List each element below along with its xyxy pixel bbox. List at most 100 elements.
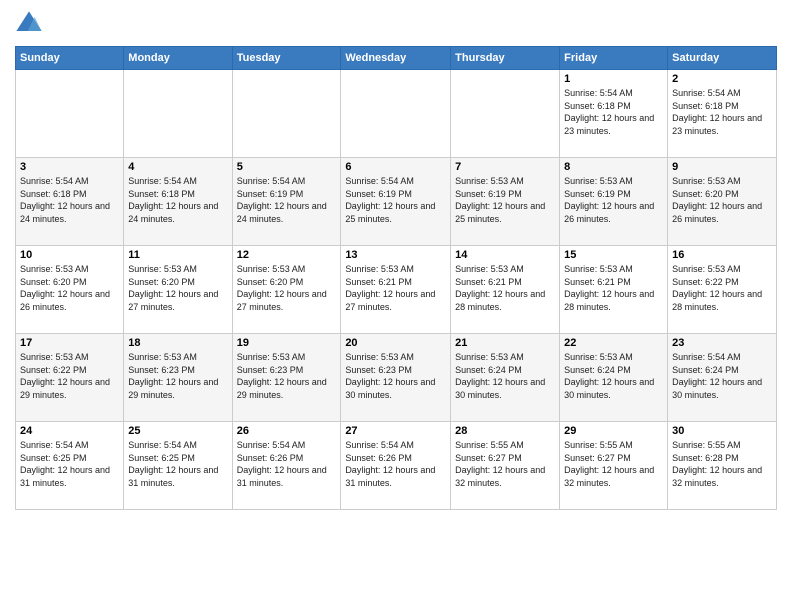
day-number: 4: [128, 161, 227, 173]
day-of-week-header: Monday: [124, 47, 232, 70]
calendar-cell: 22Sunrise: 5:53 AM Sunset: 6:24 PM Dayli…: [560, 334, 668, 422]
day-of-week-row: SundayMondayTuesdayWednesdayThursdayFrid…: [16, 47, 777, 70]
day-number: 7: [455, 161, 555, 173]
calendar-cell: [232, 70, 341, 158]
calendar-cell: 14 Sunrise: 5:53 AM Sunset: 6:21 PM Dayli…: [451, 246, 560, 334]
page: SundayMondayTuesdayWednesdayThursdayFrid…: [0, 0, 792, 612]
calendar-cell: 4 Sunrise: 5:54 AM Sunset: 6:18 PM Daylig…: [124, 158, 232, 246]
day-info: Sunrise: 5:54 AM Sunset: 6:26 PM Dayligh…: [237, 439, 337, 489]
day-info: Sunrise: 5:54 AM Sunset: 6:24 PM Dayligh…: [672, 351, 772, 401]
day-number: 18: [128, 337, 227, 349]
day-number: 22: [564, 337, 663, 349]
day-info: Sunrise: 5:55 AM Sunset: 6:27 PM Dayligh…: [564, 439, 663, 489]
day-info: Sunrise: 5:53 AM Sunset: 6:21 PM Dayligh…: [345, 263, 446, 313]
calendar-cell: 1 Sunrise: 5:54 AM Sunset: 6:18 PM Daylig…: [560, 70, 668, 158]
calendar-cell: 17Sunrise: 5:53 AM Sunset: 6:22 PM Dayli…: [16, 334, 124, 422]
day-info: Sunrise: 5:53 AM Sunset: 6:19 PM Dayligh…: [564, 175, 663, 225]
day-info: Sunrise: 5:53 AM Sunset: 6:20 PM Dayligh…: [237, 263, 337, 313]
day-number: 19: [237, 337, 337, 349]
calendar-cell: 12Sunrise: 5:53 AM Sunset: 6:20 PM Dayli…: [232, 246, 341, 334]
day-info: Sunrise: 5:53 AM Sunset: 6:20 PM Dayligh…: [20, 263, 119, 313]
calendar-cell: 10 Sunrise: 5:53 AM Sunset: 6:20 PM Dayli…: [16, 246, 124, 334]
calendar-cell: 28 Sunrise: 5:55 AM Sunset: 6:27 PM Dayli…: [451, 422, 560, 510]
day-info: Sunrise: 5:53 AM Sunset: 6:23 PM Dayligh…: [128, 351, 227, 401]
header: [15, 10, 777, 38]
week-row: 1 Sunrise: 5:54 AM Sunset: 6:18 PM Daylig…: [16, 70, 777, 158]
day-info: Sunrise: 5:54 AM Sunset: 6:19 PM Dayligh…: [345, 175, 446, 225]
calendar-cell: [451, 70, 560, 158]
calendar: SundayMondayTuesdayWednesdayThursdayFrid…: [15, 46, 777, 510]
logo-icon: [15, 10, 43, 38]
day-info: Sunrise: 5:54 AM Sunset: 6:26 PM Dayligh…: [345, 439, 446, 489]
day-info: Sunrise: 5:53 AM Sunset: 6:24 PM Dayligh…: [455, 351, 555, 401]
day-number: 1: [564, 73, 663, 85]
day-info: Sunrise: 5:55 AM Sunset: 6:28 PM Dayligh…: [672, 439, 772, 489]
day-number: 10: [20, 249, 119, 261]
day-info: Sunrise: 5:54 AM Sunset: 6:18 PM Dayligh…: [128, 175, 227, 225]
calendar-cell: 20 Sunrise: 5:53 AM Sunset: 6:23 PM Dayli…: [341, 334, 451, 422]
day-number: 15: [564, 249, 663, 261]
day-number: 5: [237, 161, 337, 173]
calendar-cell: 6 Sunrise: 5:54 AM Sunset: 6:19 PM Daylig…: [341, 158, 451, 246]
day-number: 26: [237, 425, 337, 437]
day-info: Sunrise: 5:54 AM Sunset: 6:25 PM Dayligh…: [128, 439, 227, 489]
day-of-week-header: Sunday: [16, 47, 124, 70]
calendar-cell: 25 Sunrise: 5:54 AM Sunset: 6:25 PM Dayli…: [124, 422, 232, 510]
day-info: Sunrise: 5:53 AM Sunset: 6:21 PM Dayligh…: [455, 263, 555, 313]
week-row: 17Sunrise: 5:53 AM Sunset: 6:22 PM Dayli…: [16, 334, 777, 422]
week-row: 24 Sunrise: 5:54 AM Sunset: 6:25 PM Dayli…: [16, 422, 777, 510]
calendar-cell: 21 Sunrise: 5:53 AM Sunset: 6:24 PM Dayli…: [451, 334, 560, 422]
day-of-week-header: Thursday: [451, 47, 560, 70]
calendar-cell: 23 Sunrise: 5:54 AM Sunset: 6:24 PM Dayli…: [668, 334, 777, 422]
day-info: Sunrise: 5:53 AM Sunset: 6:19 PM Dayligh…: [455, 175, 555, 225]
calendar-cell: [16, 70, 124, 158]
week-row: 3 Sunrise: 5:54 AM Sunset: 6:18 PM Daylig…: [16, 158, 777, 246]
calendar-cell: 18 Sunrise: 5:53 AM Sunset: 6:23 PM Dayli…: [124, 334, 232, 422]
calendar-cell: 30 Sunrise: 5:55 AM Sunset: 6:28 PM Dayli…: [668, 422, 777, 510]
day-info: Sunrise: 5:54 AM Sunset: 6:18 PM Dayligh…: [672, 87, 772, 137]
day-number: 2: [672, 73, 772, 85]
day-number: 30: [672, 425, 772, 437]
calendar-cell: 19 Sunrise: 5:53 AM Sunset: 6:23 PM Dayli…: [232, 334, 341, 422]
calendar-cell: 11 Sunrise: 5:53 AM Sunset: 6:20 PM Dayli…: [124, 246, 232, 334]
day-number: 23: [672, 337, 772, 349]
day-number: 21: [455, 337, 555, 349]
calendar-cell: 13 Sunrise: 5:53 AM Sunset: 6:21 PM Dayli…: [341, 246, 451, 334]
day-number: 11: [128, 249, 227, 261]
day-info: Sunrise: 5:53 AM Sunset: 6:22 PM Dayligh…: [20, 351, 119, 401]
day-info: Sunrise: 5:54 AM Sunset: 6:18 PM Dayligh…: [564, 87, 663, 137]
day-of-week-header: Tuesday: [232, 47, 341, 70]
calendar-cell: 16 Sunrise: 5:53 AM Sunset: 6:22 PM Dayli…: [668, 246, 777, 334]
day-info: Sunrise: 5:53 AM Sunset: 6:20 PM Dayligh…: [672, 175, 772, 225]
day-info: Sunrise: 5:53 AM Sunset: 6:22 PM Dayligh…: [672, 263, 772, 313]
calendar-body: 1 Sunrise: 5:54 AM Sunset: 6:18 PM Daylig…: [16, 70, 777, 510]
day-number: 13: [345, 249, 446, 261]
day-info: Sunrise: 5:53 AM Sunset: 6:20 PM Dayligh…: [128, 263, 227, 313]
day-number: 9: [672, 161, 772, 173]
calendar-cell: [341, 70, 451, 158]
calendar-cell: 7 Sunrise: 5:53 AM Sunset: 6:19 PM Daylig…: [451, 158, 560, 246]
calendar-cell: 9 Sunrise: 5:53 AM Sunset: 6:20 PM Daylig…: [668, 158, 777, 246]
day-of-week-header: Wednesday: [341, 47, 451, 70]
day-number: 16: [672, 249, 772, 261]
calendar-cell: 8 Sunrise: 5:53 AM Sunset: 6:19 PM Daylig…: [560, 158, 668, 246]
calendar-cell: 26 Sunrise: 5:54 AM Sunset: 6:26 PM Dayli…: [232, 422, 341, 510]
day-number: 6: [345, 161, 446, 173]
logo: [15, 10, 47, 38]
day-info: Sunrise: 5:55 AM Sunset: 6:27 PM Dayligh…: [455, 439, 555, 489]
day-number: 27: [345, 425, 446, 437]
day-info: Sunrise: 5:53 AM Sunset: 6:23 PM Dayligh…: [237, 351, 337, 401]
day-info: Sunrise: 5:53 AM Sunset: 6:23 PM Dayligh…: [345, 351, 446, 401]
day-number: 3: [20, 161, 119, 173]
calendar-cell: 24Sunrise: 5:54 AM Sunset: 6:25 PM Dayli…: [16, 422, 124, 510]
day-number: 20: [345, 337, 446, 349]
day-of-week-header: Friday: [560, 47, 668, 70]
calendar-cell: 5Sunrise: 5:54 AM Sunset: 6:19 PM Daylig…: [232, 158, 341, 246]
calendar-cell: 3Sunrise: 5:54 AM Sunset: 6:18 PM Daylig…: [16, 158, 124, 246]
day-number: 8: [564, 161, 663, 173]
day-number: 25: [128, 425, 227, 437]
day-number: 24: [20, 425, 119, 437]
day-number: 14: [455, 249, 555, 261]
day-of-week-header: Saturday: [668, 47, 777, 70]
day-number: 28: [455, 425, 555, 437]
